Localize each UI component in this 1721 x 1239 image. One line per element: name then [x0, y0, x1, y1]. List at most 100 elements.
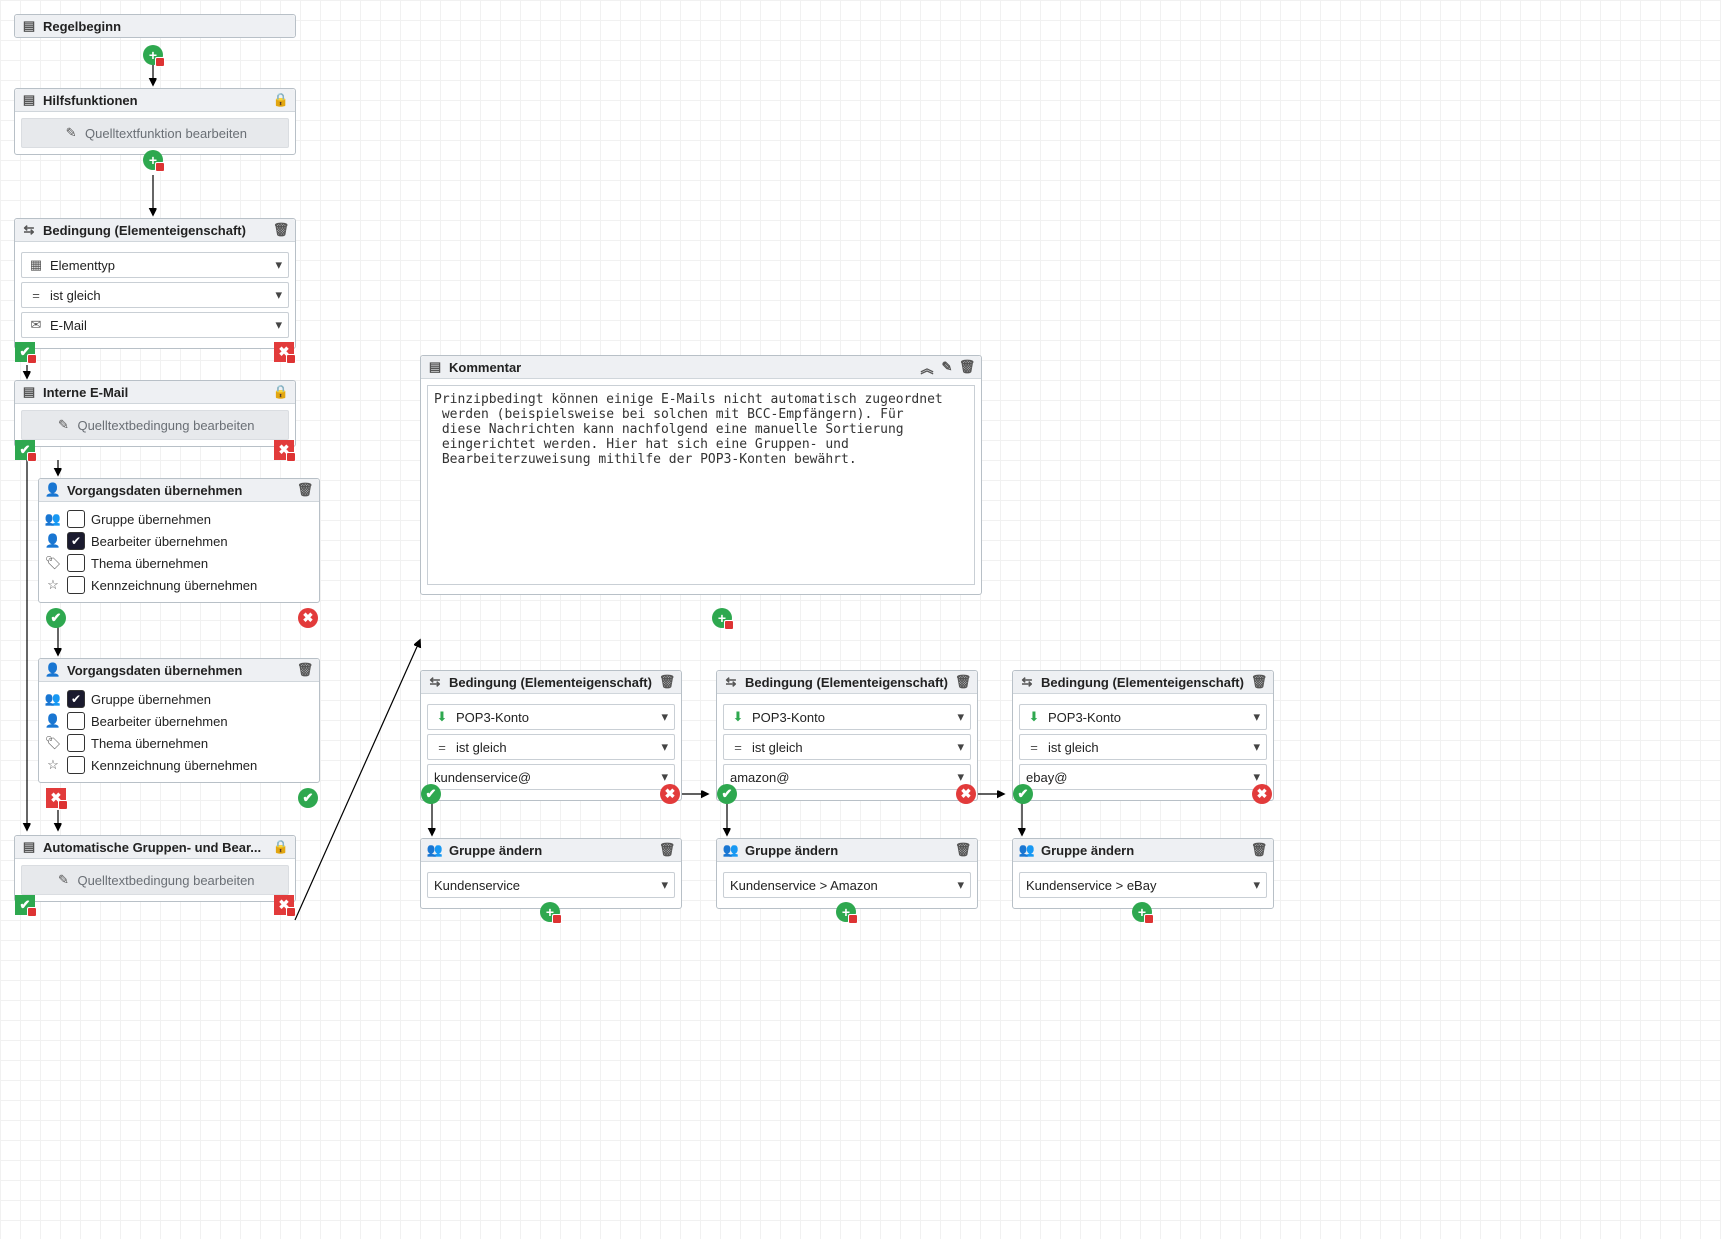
- trash-icon[interactable]: 🗑: [297, 482, 313, 498]
- doc-icon: ▤: [21, 18, 37, 34]
- false-branch-badge[interactable]: ✖: [274, 342, 294, 362]
- add-button[interactable]: +: [540, 902, 560, 922]
- title: Bedingung (Elementeigenschaft): [43, 223, 267, 238]
- node-helper-functions[interactable]: ▤ Hilfsfunktionen 🔒 ✎ Quelltextfunktion …: [14, 88, 296, 155]
- pencil-icon: ✎: [55, 872, 71, 888]
- node-internal-email[interactable]: ▤ Interne E-Mail 🔒 ✎ Quelltextbedingung …: [14, 380, 296, 447]
- checkbox[interactable]: ✔: [67, 532, 85, 550]
- collapse-icon[interactable]: ︽: [919, 359, 935, 375]
- false-branch-badge[interactable]: ✖: [274, 895, 294, 915]
- true-branch-badge[interactable]: ✔: [298, 788, 318, 808]
- label: Quelltextbedingung bearbeiten: [77, 873, 254, 888]
- pencil-icon[interactable]: ✎: [939, 359, 955, 375]
- checkbox-row[interactable]: 👤Bearbeiter übernehmen: [45, 710, 313, 732]
- node-rule-start[interactable]: ▤ Regelbeginn: [14, 14, 296, 38]
- true-branch-badge[interactable]: ✔: [15, 440, 35, 460]
- field-value[interactable]: ebay@: [1019, 764, 1267, 790]
- edit-source-condition-button[interactable]: ✎ Quelltextbedingung bearbeiten: [21, 865, 289, 895]
- node-change-group-c[interactable]: 👥 Gruppe ändern 🗑 Kundenservice > eBay: [1012, 838, 1274, 909]
- chevron-down-icon: [275, 257, 282, 273]
- add-button[interactable]: +: [143, 150, 163, 170]
- node-change-group-b[interactable]: 👥 Gruppe ändern 🗑 Kundenservice > Amazon: [716, 838, 978, 909]
- false-branch-badge[interactable]: ✖: [46, 788, 66, 808]
- false-branch-badge[interactable]: ✖: [1252, 784, 1272, 804]
- true-branch-badge[interactable]: ✔: [1013, 784, 1033, 804]
- field-operator[interactable]: =ist gleich: [1019, 734, 1267, 760]
- add-button[interactable]: +: [1132, 902, 1152, 922]
- title: Gruppe ändern: [449, 843, 653, 858]
- true-branch-badge[interactable]: ✔: [15, 342, 35, 362]
- node-process-data-1[interactable]: 👤 Vorgangsdaten übernehmen 🗑 👥Gruppe übe…: [38, 478, 320, 603]
- field-operator[interactable]: =ist gleich: [723, 734, 971, 760]
- checkbox-row[interactable]: 🏷Thema übernehmen: [45, 552, 313, 574]
- rule-canvas[interactable]: ▤ Regelbeginn + ▤ Hilfsfunktionen 🔒 ✎ Qu…: [0, 0, 1721, 1239]
- checkbox-row[interactable]: 👥Gruppe übernehmen: [45, 508, 313, 530]
- field-group[interactable]: Kundenservice > Amazon: [723, 872, 971, 898]
- add-button[interactable]: +: [836, 902, 856, 922]
- add-button[interactable]: +: [143, 45, 163, 65]
- checkbox-row[interactable]: ☆Kennzeichnung übernehmen: [45, 574, 313, 596]
- checkbox-row[interactable]: 🏷Thema übernehmen: [45, 732, 313, 754]
- trash-icon[interactable]: 🗑: [1251, 842, 1267, 858]
- node-condition-pop3-a[interactable]: ⇆ Bedingung (Elementeigenschaft) 🗑 ⬇POP3…: [420, 670, 682, 801]
- field-pop3[interactable]: ⬇POP3-Konto: [427, 704, 675, 730]
- checkbox[interactable]: [67, 510, 85, 528]
- field-group[interactable]: Kundenservice: [427, 872, 675, 898]
- true-branch-badge[interactable]: ✔: [421, 784, 441, 804]
- download-icon: ⬇: [434, 709, 450, 725]
- title: Bedingung (Elementeigenschaft): [449, 675, 653, 690]
- node-condition-pop3-c[interactable]: ⇆ Bedingung (Elementeigenschaft) 🗑 ⬇POP3…: [1012, 670, 1274, 801]
- field-pop3[interactable]: ⬇POP3-Konto: [723, 704, 971, 730]
- field-pop3[interactable]: ⬇POP3-Konto: [1019, 704, 1267, 730]
- chevron-down-icon: [661, 709, 668, 725]
- checkbox[interactable]: [67, 756, 85, 774]
- add-button[interactable]: +: [712, 608, 732, 628]
- false-branch-badge[interactable]: ✖: [298, 608, 318, 628]
- chevron-down-icon: [1253, 709, 1260, 725]
- trash-icon[interactable]: 🗑: [955, 842, 971, 858]
- field-value[interactable]: kundenservice@: [427, 764, 675, 790]
- checkbox[interactable]: [67, 576, 85, 594]
- edit-source-function-button[interactable]: ✎ Quelltextfunktion bearbeiten: [21, 118, 289, 148]
- checkbox[interactable]: [67, 734, 85, 752]
- node-change-group-a[interactable]: 👥 Gruppe ändern 🗑 Kundenservice: [420, 838, 682, 909]
- true-branch-badge[interactable]: ✔: [46, 608, 66, 628]
- node-condition-elementtype[interactable]: ⇆ Bedingung (Elementeigenschaft) 🗑 ▦Elem…: [14, 218, 296, 349]
- trash-icon[interactable]: 🗑: [955, 674, 971, 690]
- field-operator[interactable]: =ist gleich: [427, 734, 675, 760]
- trash-icon[interactable]: 🗑: [1251, 674, 1267, 690]
- comment-text[interactable]: [427, 385, 975, 585]
- false-branch-badge[interactable]: ✖: [274, 440, 294, 460]
- field-value[interactable]: amazon@: [723, 764, 971, 790]
- false-branch-badge[interactable]: ✖: [956, 784, 976, 804]
- chevron-down-icon: [957, 709, 964, 725]
- chevron-down-icon: [1253, 769, 1260, 785]
- checkbox[interactable]: ✔: [67, 690, 85, 708]
- checkbox-row[interactable]: 👥✔Gruppe übernehmen: [45, 688, 313, 710]
- trash-icon[interactable]: 🗑: [273, 222, 289, 238]
- node-auto-group[interactable]: ▤ Automatische Gruppen- und Bear... 🔒 ✎ …: [14, 835, 296, 902]
- trash-icon[interactable]: 🗑: [297, 662, 313, 678]
- trash-icon[interactable]: 🗑: [659, 842, 675, 858]
- group-icon: 👥: [1019, 842, 1035, 858]
- true-branch-badge[interactable]: ✔: [717, 784, 737, 804]
- title: Vorgangsdaten übernehmen: [67, 483, 291, 498]
- field-value[interactable]: ✉E-Mail: [21, 312, 289, 338]
- checkbox[interactable]: [67, 554, 85, 572]
- node-process-data-2[interactable]: 👤 Vorgangsdaten übernehmen 🗑 👥✔Gruppe üb…: [38, 658, 320, 783]
- trash-icon[interactable]: 🗑: [959, 359, 975, 375]
- edit-source-condition-button[interactable]: ✎ Quelltextbedingung bearbeiten: [21, 410, 289, 440]
- node-condition-pop3-b[interactable]: ⇆ Bedingung (Elementeigenschaft) 🗑 ⬇POP3…: [716, 670, 978, 801]
- checkbox[interactable]: [67, 712, 85, 730]
- false-branch-badge[interactable]: ✖: [660, 784, 680, 804]
- node-comment[interactable]: ▤ Kommentar ︽ ✎ 🗑: [420, 355, 982, 595]
- field-elementtype[interactable]: ▦Elementtyp: [21, 252, 289, 278]
- field-group[interactable]: Kundenservice > eBay: [1019, 872, 1267, 898]
- checkbox-row[interactable]: ☆Kennzeichnung übernehmen: [45, 754, 313, 776]
- page-icon: ▤: [427, 359, 443, 375]
- true-branch-badge[interactable]: ✔: [15, 895, 35, 915]
- checkbox-row[interactable]: 👤✔Bearbeiter übernehmen: [45, 530, 313, 552]
- field-operator[interactable]: =ist gleich: [21, 282, 289, 308]
- trash-icon[interactable]: 🗑: [659, 674, 675, 690]
- chevron-down-icon: [661, 877, 668, 893]
